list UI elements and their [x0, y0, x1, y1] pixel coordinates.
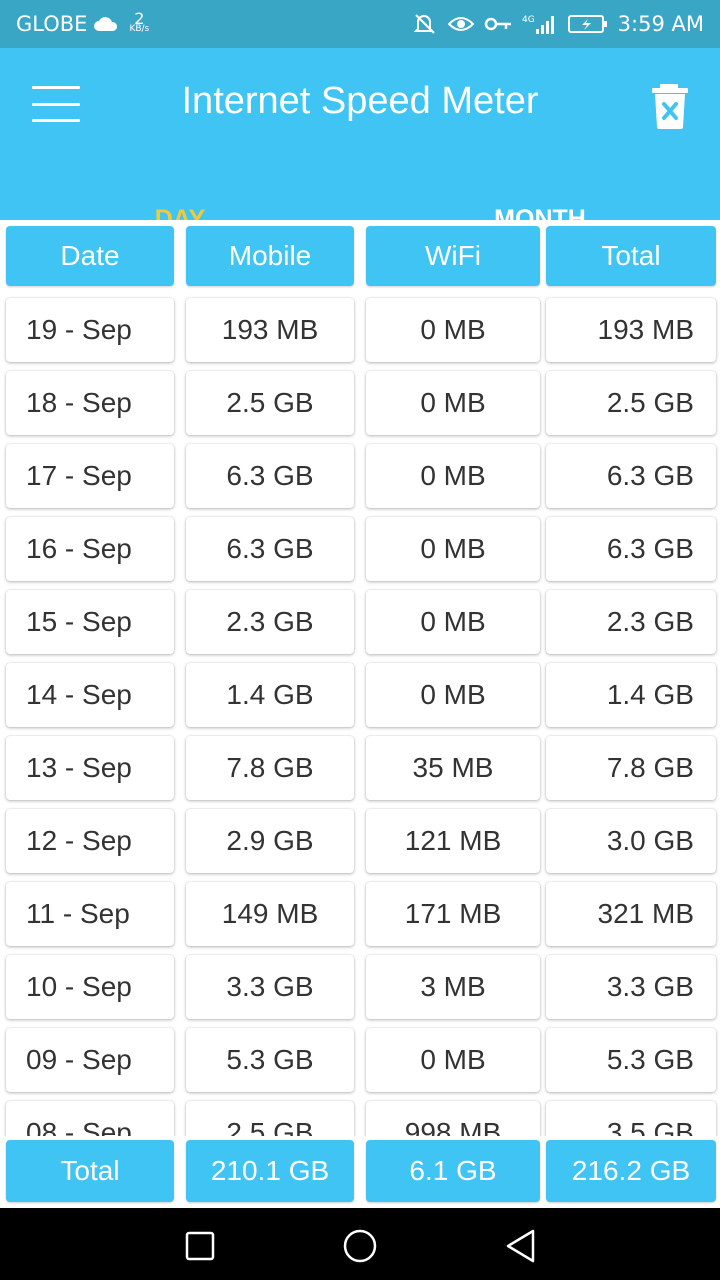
cell-date: 15 - Sep — [6, 590, 174, 654]
signal-icon: 4G — [522, 13, 558, 35]
eye-icon — [447, 15, 474, 33]
total-wifi: 6.1 GB — [366, 1140, 540, 1202]
cell-total: 2.3 GB — [546, 590, 716, 654]
cloud-icon — [93, 16, 119, 32]
cell-total: 5.3 GB — [546, 1028, 716, 1092]
table-row: 17 - Sep 6.3 GB 0 MB 6.3 GB — [0, 444, 720, 508]
cell-date: 14 - Sep — [6, 663, 174, 727]
table-row: 13 - Sep 7.8 GB 35 MB 7.8 GB — [0, 736, 720, 800]
cell-mobile: 149 MB — [186, 882, 354, 946]
table-row: 11 - Sep 149 MB 171 MB 321 MB — [0, 882, 720, 946]
clock: 3:59 AM — [617, 12, 704, 36]
totals-row: Total 210.1 GB 6.1 GB 216.2 GB — [0, 1136, 720, 1208]
cell-wifi: 3 MB — [366, 955, 540, 1019]
cell-total: 321 MB — [546, 882, 716, 946]
cell-total: 7.8 GB — [546, 736, 716, 800]
table-row: 09 - Sep 5.3 GB 0 MB 5.3 GB — [0, 1028, 720, 1092]
battery-icon — [567, 14, 608, 34]
cell-mobile: 1.4 GB — [186, 663, 354, 727]
table-row: 14 - Sep 1.4 GB 0 MB 1.4 GB — [0, 663, 720, 727]
cell-date: 12 - Sep — [6, 809, 174, 873]
cell-wifi: 121 MB — [366, 809, 540, 873]
table-row: 15 - Sep 2.3 GB 0 MB 2.3 GB — [0, 590, 720, 654]
carrier-label: GLOBE — [16, 12, 88, 36]
cell-total: 6.3 GB — [546, 444, 716, 508]
speed-value: 2 — [134, 9, 145, 28]
cell-date: 11 - Sep — [6, 882, 174, 946]
cell-mobile: 193 MB — [186, 298, 354, 362]
cell-total: 193 MB — [546, 298, 716, 362]
cell-mobile: 3.3 GB — [186, 955, 354, 1019]
home-button[interactable] — [340, 1226, 380, 1266]
cell-date: 13 - Sep — [6, 736, 174, 800]
app-title: Internet Speed Meter — [181, 80, 539, 122]
cell-date: 16 - Sep — [6, 517, 174, 581]
app-bar: Internet Speed Meter DAY MONTH — [0, 48, 720, 268]
delete-all-icon — [652, 84, 688, 129]
table-header-row: Date Mobile WiFi Total — [0, 226, 720, 290]
table-row: 19 - Sep 193 MB 0 MB 193 MB — [0, 298, 720, 362]
back-button[interactable] — [500, 1226, 540, 1266]
delete-button[interactable] — [646, 80, 694, 130]
cell-mobile: 6.3 GB — [186, 444, 354, 508]
cell-wifi: 171 MB — [366, 882, 540, 946]
circle-icon — [343, 1229, 377, 1263]
cell-mobile: 2.5 GB — [186, 371, 354, 435]
cell-date: 18 - Sep — [6, 371, 174, 435]
total-total: 216.2 GB — [546, 1140, 716, 1202]
network-speed: 2 KB/s — [129, 9, 150, 35]
header-total: Total — [546, 226, 716, 286]
system-nav-bar — [0, 1208, 720, 1280]
back-triangle-icon — [506, 1229, 535, 1263]
total-label: Total — [6, 1140, 174, 1202]
cell-date: 09 - Sep — [6, 1028, 174, 1092]
header-date: Date — [6, 226, 174, 286]
cell-wifi: 0 MB — [366, 1028, 540, 1092]
network-type-label: 4G — [522, 15, 535, 25]
cell-date: 19 - Sep — [6, 298, 174, 362]
cell-mobile: 7.8 GB — [186, 736, 354, 800]
cell-mobile: 2.9 GB — [186, 809, 354, 873]
cell-date: 17 - Sep — [6, 444, 174, 508]
speed-unit: KB/s — [129, 24, 150, 34]
cell-total: 3.3 GB — [546, 955, 716, 1019]
status-right: 4G 3:59 AM — [413, 12, 704, 36]
recents-button[interactable] — [180, 1226, 220, 1266]
cell-wifi: 0 MB — [366, 371, 540, 435]
cell-wifi: 0 MB — [366, 590, 540, 654]
cell-total: 2.5 GB — [546, 371, 716, 435]
cell-wifi: 0 MB — [366, 517, 540, 581]
mute-icon — [413, 13, 438, 35]
total-mobile: 210.1 GB — [186, 1140, 354, 1202]
status-left: GLOBE 2 KB/s — [16, 9, 150, 37]
key-icon — [484, 16, 512, 32]
cell-wifi: 35 MB — [366, 736, 540, 800]
cell-mobile: 6.3 GB — [186, 517, 354, 581]
cell-date: 10 - Sep — [6, 955, 174, 1019]
table-row: 10 - Sep 3.3 GB 3 MB 3.3 GB — [0, 955, 720, 1019]
header-mobile: Mobile — [186, 226, 354, 286]
table-row: 18 - Sep 2.5 GB 0 MB 2.5 GB — [0, 371, 720, 435]
square-icon — [185, 1231, 215, 1261]
cell-mobile: 5.3 GB — [186, 1028, 354, 1092]
cell-wifi: 0 MB — [366, 444, 540, 508]
table-row: 12 - Sep 2.9 GB 121 MB 3.0 GB — [0, 809, 720, 873]
status-bar: GLOBE 2 KB/s 4G 3:59 AM — [0, 0, 720, 48]
cell-mobile: 2.3 GB — [186, 590, 354, 654]
usage-table[interactable]: Date Mobile WiFi Total 19 - Sep 193 MB 0… — [0, 220, 720, 1208]
cell-total: 1.4 GB — [546, 663, 716, 727]
cell-wifi: 0 MB — [366, 298, 540, 362]
cell-wifi: 0 MB — [366, 663, 540, 727]
cell-total: 3.0 GB — [546, 809, 716, 873]
header-wifi: WiFi — [366, 226, 540, 286]
cell-total: 6.3 GB — [546, 517, 716, 581]
table-row: 16 - Sep 6.3 GB 0 MB 6.3 GB — [0, 517, 720, 581]
